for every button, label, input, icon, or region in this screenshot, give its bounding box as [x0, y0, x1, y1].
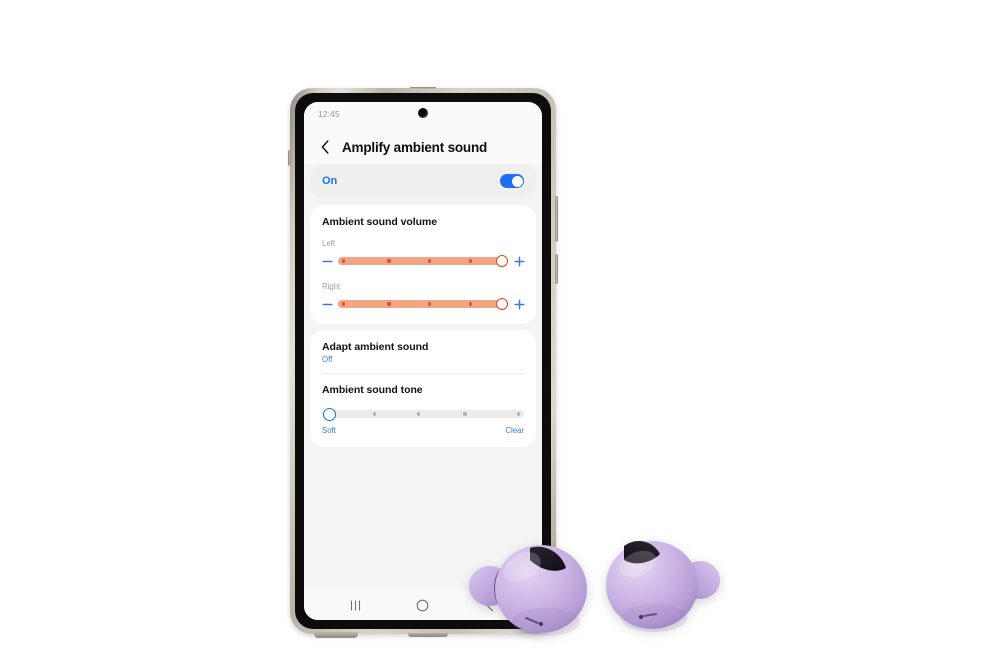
plus-icon [513, 255, 525, 267]
master-toggle-row[interactable]: On [310, 164, 536, 198]
phone-left-antenna-line [288, 150, 291, 166]
status-bar: 12:45 [304, 102, 542, 130]
left-volume-increase-button[interactable] [511, 253, 527, 269]
ambient-sound-tone-slider[interactable] [322, 406, 524, 422]
adapt-ambient-sound-row[interactable]: Adapt ambient sound Off [310, 330, 536, 373]
tone-slider-track [322, 410, 524, 418]
plus-icon [513, 298, 525, 310]
slider-tick [468, 259, 473, 263]
minus-icon [321, 260, 333, 262]
adapt-ambient-sound-title: Adapt ambient sound [322, 341, 429, 353]
back-navigation-button[interactable] [318, 138, 331, 156]
left-volume-slider-thumb[interactable] [496, 255, 508, 267]
earbud-left-icon [469, 545, 587, 636]
phone-bottom-speaker [314, 632, 358, 638]
app-header: Amplify ambient sound [304, 130, 542, 164]
tone-slider-tick [372, 412, 376, 416]
right-volume-slider[interactable] [338, 294, 508, 314]
power-button[interactable] [555, 254, 558, 284]
master-toggle-label: On [322, 175, 338, 187]
recents-button[interactable] [343, 595, 369, 615]
tone-slider-tick [416, 412, 421, 416]
slider-tick [468, 302, 473, 306]
home-button[interactable] [410, 595, 436, 615]
ambient-options-card: Adapt ambient sound Off Ambient sound to… [310, 330, 536, 447]
tone-slider-labels: Soft Clear [322, 426, 524, 435]
tone-label-clear: Clear [505, 426, 524, 435]
page-title: Amplify ambient sound [342, 139, 488, 155]
front-camera-punch-hole-icon [418, 108, 428, 118]
home-icon [417, 599, 429, 611]
tone-label-soft: Soft [322, 426, 336, 435]
right-volume-slider-row [310, 294, 536, 314]
slider-tick [428, 259, 432, 263]
left-volume-slider[interactable] [338, 251, 508, 271]
minus-icon [321, 303, 333, 305]
left-volume-slider-row [310, 251, 536, 271]
tone-slider-tick [516, 412, 520, 416]
slider-tick [342, 259, 346, 263]
right-volume-increase-button[interactable] [511, 296, 527, 312]
recents-icon [351, 599, 361, 611]
master-toggle-switch[interactable] [500, 174, 524, 188]
left-channel-label: Left [322, 239, 336, 248]
right-volume-slider-ticks [338, 294, 508, 314]
status-bar-clock: 12:45 [318, 109, 340, 119]
tone-slider-thumb[interactable] [323, 407, 336, 421]
ambient-sound-volume-card: Ambient sound volume Left Right [310, 205, 536, 324]
slider-tick [387, 302, 391, 306]
volume-button[interactable] [555, 196, 558, 242]
right-channel-label: Right [322, 282, 341, 291]
earbud-right-icon [606, 540, 720, 632]
phone-bottom-port [408, 633, 448, 637]
ambient-sound-volume-title: Ambient sound volume [322, 216, 438, 228]
slider-tick [428, 302, 432, 306]
phone-antenna-notch [410, 87, 436, 90]
ambient-sound-tone-row: Ambient sound tone Soft Clear [310, 374, 536, 447]
adapt-ambient-sound-value: Off [322, 355, 333, 364]
left-volume-decrease-button[interactable] [319, 253, 335, 269]
master-toggle-knob [511, 175, 523, 187]
right-volume-decrease-button[interactable] [319, 296, 335, 312]
master-toggle-card: On [310, 164, 536, 198]
ambient-sound-tone-title: Ambient sound tone [322, 384, 423, 396]
slider-tick [342, 302, 346, 306]
left-volume-slider-ticks [338, 251, 508, 271]
slider-tick [387, 259, 391, 263]
tone-slider-tick [463, 412, 467, 416]
chevron-left-icon [321, 140, 328, 154]
right-volume-slider-thumb[interactable] [496, 298, 508, 310]
